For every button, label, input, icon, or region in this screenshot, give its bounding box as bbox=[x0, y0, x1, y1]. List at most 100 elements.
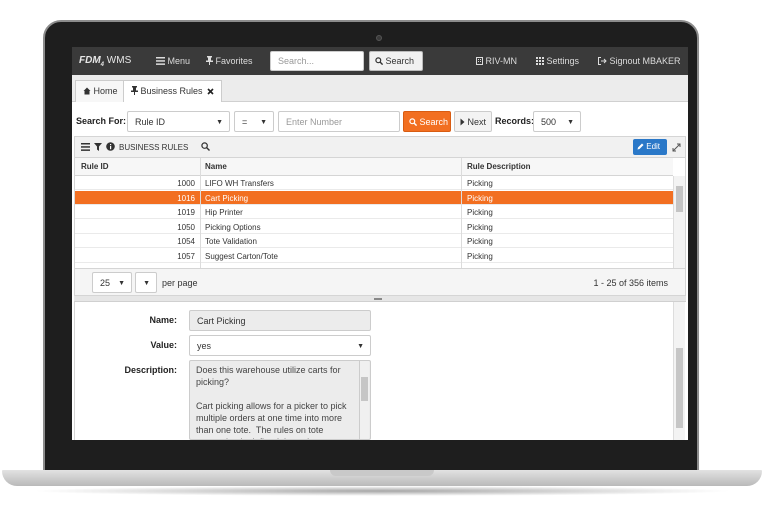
cell-rule-description: Picking bbox=[467, 208, 493, 217]
caret-down-icon: ▼ bbox=[357, 343, 364, 350]
search-icon bbox=[409, 118, 417, 126]
laptop-base-notch bbox=[330, 470, 434, 476]
close-icon[interactable] bbox=[207, 88, 214, 95]
tab-business-rules[interactable]: Business Rules bbox=[123, 80, 223, 102]
detail-scrollbar[interactable] bbox=[673, 302, 685, 440]
value-label: Value: bbox=[150, 340, 177, 350]
settings-button[interactable]: Settings bbox=[536, 56, 579, 66]
location-button[interactable]: RIV-MN bbox=[476, 56, 517, 66]
next-button[interactable]: Next bbox=[454, 111, 492, 132]
cell-name: Hip Printer bbox=[205, 208, 243, 217]
tab-business-rules-label: Business Rules bbox=[140, 86, 203, 96]
table-row[interactable]: 1000 LIFO WH Transfers Picking bbox=[75, 176, 673, 190]
value-select[interactable]: yes ▼ bbox=[189, 335, 371, 356]
cell-name: Cart Picking bbox=[205, 193, 249, 203]
pager-summary: 1 - 25 of 356 items bbox=[593, 278, 668, 288]
table-row[interactable]: 1016 Cart Picking Picking bbox=[75, 190, 673, 205]
app-screen: FDM4 WMS Menu Favorites Search... Search bbox=[72, 47, 688, 440]
grid-icon bbox=[536, 57, 544, 65]
description-label: Description: bbox=[124, 365, 177, 375]
caret-down-icon: ▼ bbox=[260, 119, 267, 126]
expand-icon[interactable] bbox=[672, 143, 681, 152]
column-divider bbox=[461, 158, 462, 268]
global-search-button-label: Search bbox=[385, 56, 415, 66]
page-size-toggle[interactable]: ▼ bbox=[135, 272, 157, 293]
laptop-shadow bbox=[30, 486, 734, 496]
table-row[interactable]: 1054 Tote Validation Picking bbox=[75, 234, 673, 248]
tab-home-label: Home bbox=[93, 86, 118, 96]
records-label: Records: bbox=[495, 116, 535, 126]
records-select[interactable]: 500 ▼ bbox=[533, 111, 581, 132]
description-scrollbar-thumb[interactable] bbox=[361, 377, 368, 401]
info-icon[interactable] bbox=[106, 142, 115, 151]
signout-label: Signout MBAKER bbox=[609, 56, 681, 66]
edit-button[interactable]: Edit bbox=[633, 139, 667, 155]
splitter-grip[interactable] bbox=[374, 298, 382, 300]
search-field-value: Rule ID bbox=[135, 117, 166, 127]
search-icon[interactable] bbox=[201, 142, 210, 151]
column-header-rule-id[interactable]: Rule ID bbox=[81, 162, 109, 171]
pencil-icon bbox=[637, 143, 644, 150]
caret-down-icon: ▼ bbox=[143, 280, 150, 287]
business-rules-grid: Rule ID Name Rule Description 1000 LIFO W… bbox=[74, 158, 686, 268]
grid-scrollbar-thumb[interactable] bbox=[676, 186, 683, 212]
name-label: Name: bbox=[149, 315, 177, 325]
number-input[interactable]: Enter Number bbox=[278, 111, 400, 132]
cell-rule-id: 1054 bbox=[177, 237, 195, 246]
detail-scrollbar-thumb[interactable] bbox=[676, 348, 683, 428]
cell-name: LIFO WH Transfers bbox=[205, 179, 274, 188]
description-scrollbar[interactable] bbox=[359, 361, 369, 439]
table-row[interactable]: 1057 Suggest Carton/Tote Picking bbox=[75, 249, 673, 263]
caret-down-icon: ▼ bbox=[567, 119, 574, 126]
description-textarea[interactable]: Does this warehouse utilize carts for pi… bbox=[189, 360, 371, 440]
page-size-select[interactable]: 25 ▼ bbox=[92, 272, 132, 293]
favorites-button[interactable]: Favorites bbox=[206, 56, 253, 66]
column-header-name[interactable]: Name bbox=[205, 162, 227, 171]
home-icon bbox=[83, 87, 91, 95]
cell-name: Suggest Carton/Tote bbox=[205, 251, 278, 261]
cell-rule-description: Picking bbox=[467, 193, 493, 203]
tab-home[interactable]: Home bbox=[75, 80, 126, 102]
cell-rule-description: Picking bbox=[467, 222, 493, 232]
edit-button-label: Edit bbox=[646, 142, 661, 151]
cell-rule-description: Picking bbox=[467, 251, 493, 261]
building-icon bbox=[476, 57, 483, 65]
column-header-rule-description[interactable]: Rule Description bbox=[467, 162, 531, 171]
hamburger-icon[interactable] bbox=[81, 143, 90, 151]
search-field-select[interactable]: Rule ID ▼ bbox=[127, 111, 230, 132]
cell-rule-description: Picking bbox=[467, 237, 493, 246]
search-button[interactable]: Search bbox=[403, 111, 451, 132]
grid-scrollbar[interactable] bbox=[673, 176, 685, 268]
global-search-input[interactable]: Search... bbox=[270, 51, 364, 71]
grid-toolbar: BUSINESS RULES Edit bbox=[74, 136, 686, 158]
signout-button[interactable]: Signout MBAKER bbox=[598, 56, 681, 66]
cell-rule-id: 1019 bbox=[177, 208, 195, 217]
location-label: RIV-MN bbox=[485, 56, 518, 66]
laptop-camera bbox=[376, 35, 382, 41]
search-for-label: Search For: bbox=[76, 116, 127, 126]
cell-rule-id: 1050 bbox=[177, 222, 195, 232]
grid-header-row: Rule ID Name Rule Description bbox=[75, 158, 673, 176]
operator-select[interactable]: = ▼ bbox=[234, 111, 274, 132]
next-button-label: Next bbox=[467, 117, 487, 127]
value-select-value: yes bbox=[197, 341, 212, 351]
table-row[interactable]: 1019 Hip Printer Picking bbox=[75, 205, 673, 219]
global-search-button[interactable]: Search bbox=[369, 51, 423, 71]
name-field[interactable]: Cart Picking bbox=[189, 310, 371, 331]
cell-rule-id: 1000 bbox=[177, 179, 195, 188]
brand-logo[interactable]: FDM4 WMS bbox=[79, 55, 131, 68]
cell-name: Tote Validation bbox=[205, 237, 257, 246]
column-divider bbox=[200, 158, 201, 268]
chevron-right-icon bbox=[460, 118, 465, 126]
cell-rule-description: Picking bbox=[467, 179, 493, 188]
rule-detail-panel: Name: Cart Picking Value: yes ▼ Descript… bbox=[74, 302, 686, 440]
settings-label: Settings bbox=[546, 56, 580, 66]
table-row[interactable]: 1050 Picking Options Picking bbox=[75, 220, 673, 234]
signout-icon bbox=[598, 57, 607, 65]
search-row: Search For: Rule ID ▼ = ▼ Enter Number S… bbox=[72, 102, 688, 136]
pin-icon bbox=[131, 86, 138, 95]
filter-icon[interactable] bbox=[94, 143, 102, 151]
page-size-value: 25 bbox=[100, 278, 111, 288]
brand-main: FDM bbox=[79, 55, 101, 66]
menu-button[interactable]: Menu bbox=[156, 56, 190, 66]
